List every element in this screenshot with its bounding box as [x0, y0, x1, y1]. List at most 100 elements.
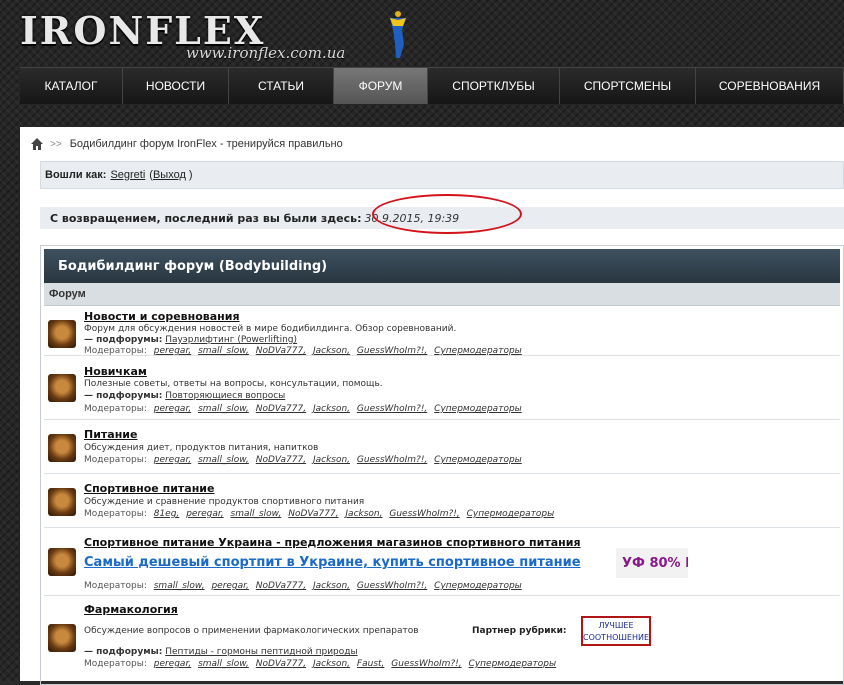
- moderator-link[interactable]: Jackson,: [313, 404, 350, 414]
- nav-articles[interactable]: СТАТЬИ: [229, 68, 334, 104]
- site-logo[interactable]: IRONFLEX www.ironflex.com.ua: [20, 6, 420, 62]
- moderators: Модераторы: 81eg, peregar, small_slow, N…: [84, 509, 554, 519]
- nav-forum[interactable]: ФОРУМ: [334, 68, 428, 104]
- moderator-link[interactable]: peregar,: [154, 404, 191, 414]
- main-nav: КАТАЛОГ НОВОСТИ СТАТЬИ ФОРУМ СПОРТКЛУБЫ …: [20, 67, 844, 104]
- moderator-link[interactable]: GuessWhoIm?!,: [357, 404, 427, 414]
- subforums-label: — подфорумы:: [84, 647, 163, 657]
- moderator-link[interactable]: peregar,: [154, 346, 191, 356]
- welcome-text: С возвращением, последний раз вы были зд…: [50, 211, 362, 225]
- moderator-link[interactable]: small_slow,: [154, 581, 205, 591]
- forum-title[interactable]: Спортивное питание Украина - предложения…: [84, 536, 581, 549]
- forum-column-header: Форум: [44, 283, 840, 306]
- moderator-link[interactable]: Jackson,: [313, 659, 350, 669]
- forum-icon: [48, 624, 76, 652]
- forum-row: Спортивное питание Обсуждение и сравнени…: [44, 474, 840, 528]
- moderators: Модераторы: peregar, small_slow, NoDVa77…: [84, 404, 522, 414]
- promo-link[interactable]: Самый дешевый спортпит в Украине, купить…: [84, 555, 581, 570]
- moderators-label: Модераторы:: [84, 659, 147, 669]
- forum-title[interactable]: Фармакология: [84, 603, 178, 616]
- moderator-link[interactable]: NoDVa777,: [256, 346, 306, 356]
- forum-title[interactable]: Новости и соревнования: [84, 310, 240, 323]
- moderator-link[interactable]: Супермодераторы: [434, 346, 522, 356]
- nav-news[interactable]: НОВОСТИ: [123, 68, 229, 104]
- moderator-link[interactable]: NoDVa777,: [256, 404, 306, 414]
- partner-label: Партнер рубрики:: [472, 626, 567, 636]
- highlight-circle: [372, 194, 522, 234]
- subforum-link[interactable]: Пептиды - гормоны пептидной природы: [165, 647, 357, 657]
- moderator-link[interactable]: NoDVa777,: [256, 659, 306, 669]
- nav-competitions[interactable]: СОРЕВНОВАНИЯ: [696, 68, 844, 104]
- moderator-link[interactable]: Jackson,: [313, 455, 350, 465]
- forum-icon: [48, 488, 76, 516]
- forum-title[interactable]: Питание: [84, 428, 137, 441]
- forum-row: Спортивное питание Украина - предложения…: [44, 528, 840, 596]
- athlete-figure-icon: [390, 11, 406, 58]
- moderator-link[interactable]: small_slow,: [198, 404, 249, 414]
- subforums: — подфорумы: Пептиды - гормоны пептидной…: [84, 647, 358, 657]
- moderators-label: Модераторы:: [84, 404, 147, 414]
- moderator-link[interactable]: Супермодераторы: [434, 455, 522, 465]
- moderator-link[interactable]: GuessWhoIm?!,: [357, 455, 427, 465]
- nav-athletes[interactable]: СПОРТСМЕНЫ: [560, 68, 696, 104]
- forum-description: Обсуждения диет, продуктов питания, напи…: [84, 443, 319, 453]
- moderator-link[interactable]: peregar,: [154, 455, 191, 465]
- login-prefix: Вошли как:: [45, 169, 107, 181]
- moderator-link[interactable]: small_slow,: [198, 659, 249, 669]
- moderator-link[interactable]: NoDVa777,: [256, 581, 306, 591]
- forum-description: Форум для обсуждения новостей в мире бод…: [84, 324, 457, 334]
- breadcrumb-separator: >>: [50, 138, 62, 150]
- moderator-link[interactable]: Faust,: [357, 659, 384, 669]
- moderator-link[interactable]: small_slow,: [198, 455, 249, 465]
- forum-row: Новичкам Полезные советы, ответы на вопр…: [44, 356, 840, 420]
- forum-icon: [48, 434, 76, 462]
- moderator-link[interactable]: GuessWhoIm?!,: [389, 509, 459, 519]
- moderator-link[interactable]: Супермодераторы: [469, 659, 557, 669]
- nav-sportclubs[interactable]: СПОРТКЛУБЫ: [428, 68, 560, 104]
- moderators: Модераторы: peregar, small_slow, NoDVa77…: [84, 659, 556, 669]
- moderator-link[interactable]: small_slow,: [231, 509, 282, 519]
- logout-link[interactable]: Выход: [153, 169, 186, 181]
- moderator-link[interactable]: Супермодераторы: [467, 509, 555, 519]
- moderator-link[interactable]: peregar,: [154, 659, 191, 669]
- moderator-link[interactable]: small_slow,: [198, 346, 249, 356]
- partner-banner[interactable]: ЛУЧШЕЕ СООТНОШЕНИЕ: [581, 616, 651, 646]
- breadcrumb-current: Бодибилдинг форум IronFlex - тренируйся …: [69, 138, 343, 150]
- username-link[interactable]: Segreti: [110, 169, 145, 181]
- subforum-link[interactable]: Пауэрлифтинг (Powerlifting): [165, 335, 297, 345]
- moderator-link[interactable]: GuessWhoIm?!,: [391, 659, 461, 669]
- moderator-link[interactable]: peregar,: [211, 581, 248, 591]
- nav-catalog[interactable]: КАТАЛОГ: [20, 68, 123, 104]
- moderator-link[interactable]: GuessWhoIm?!,: [357, 346, 427, 356]
- forum-title[interactable]: Новичкам: [84, 365, 147, 378]
- subforum-link[interactable]: Повторяющиеся вопросы: [165, 391, 285, 401]
- login-bar: Вошли как: Segreti ( Выход ): [40, 161, 844, 189]
- moderators-label: Модераторы:: [84, 455, 147, 465]
- logo-url: www.ironflex.com.ua: [186, 44, 346, 62]
- promo-banner[interactable]: УФ 80% I: [616, 548, 688, 578]
- moderator-link[interactable]: Jackson,: [313, 581, 350, 591]
- moderators-label: Модераторы:: [84, 346, 147, 356]
- moderator-link[interactable]: NoDVa777,: [288, 509, 338, 519]
- moderators-label: Модераторы:: [84, 581, 147, 591]
- forum-row: Фармакология Обсуждение вопросов о приме…: [44, 596, 840, 676]
- forum-icon: [48, 374, 76, 402]
- moderator-link[interactable]: Супермодераторы: [434, 581, 522, 591]
- forum-icon: [48, 320, 76, 348]
- forum-row: Питание Обсуждения диет, продуктов питан…: [44, 420, 840, 474]
- breadcrumb: >> Бодибилдинг форум IronFlex - тренируй…: [30, 135, 343, 153]
- moderator-link[interactable]: Jackson,: [313, 346, 350, 356]
- moderator-link[interactable]: Jackson,: [345, 509, 382, 519]
- forum-description: Обсуждение и сравнение продуктов спортив…: [84, 497, 365, 507]
- moderator-link[interactable]: 81eg,: [154, 509, 180, 519]
- home-icon[interactable]: [30, 137, 44, 151]
- subforums: — подфорумы: Пауэрлифтинг (Powerlifting): [84, 335, 297, 345]
- moderator-link[interactable]: peregar,: [186, 509, 223, 519]
- forum-description: Полезные советы, ответы на вопросы, конс…: [84, 379, 383, 389]
- forum-title[interactable]: Спортивное питание: [84, 482, 214, 495]
- main-content: >> Бодибилдинг форум IronFlex - тренируй…: [20, 127, 844, 685]
- moderator-link[interactable]: NoDVa777,: [256, 455, 306, 465]
- forum-category-title[interactable]: Бодибилдинг форум (Bodybuilding): [44, 249, 840, 283]
- moderator-link[interactable]: Супермодераторы: [434, 404, 522, 414]
- moderator-link[interactable]: GuessWhoIm?!,: [357, 581, 427, 591]
